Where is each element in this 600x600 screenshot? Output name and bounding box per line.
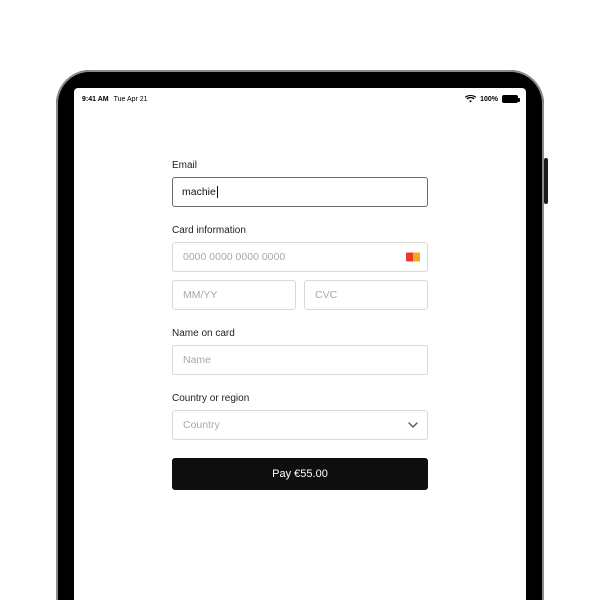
- email-field[interactable]: [172, 177, 428, 207]
- payment-form: Email machie Card information: [172, 160, 428, 490]
- card-number-field[interactable]: [172, 242, 428, 272]
- name-on-card-field[interactable]: [172, 345, 428, 375]
- status-battery-pct: 100%: [480, 96, 498, 103]
- country-select[interactable]: [172, 410, 428, 440]
- status-time: 9:41 AM: [82, 96, 109, 103]
- status-bar: 9:41 AM Tue Apr 21 100%: [82, 92, 518, 106]
- wifi-icon: [465, 95, 476, 103]
- email-label: Email: [172, 160, 428, 171]
- device-screen: 9:41 AM Tue Apr 21 100% Email: [74, 88, 526, 600]
- battery-icon: [502, 95, 518, 103]
- card-brand-icon: [406, 253, 420, 262]
- card-expiry-field[interactable]: [172, 280, 296, 310]
- pay-button[interactable]: Pay €55.00: [172, 458, 428, 490]
- card-cvc-field[interactable]: [304, 280, 428, 310]
- tablet-frame: 9:41 AM Tue Apr 21 100% Email: [56, 70, 544, 600]
- status-date: Tue Apr 21: [114, 96, 148, 103]
- country-label: Country or region: [172, 393, 428, 404]
- card-info-label: Card information: [172, 225, 428, 236]
- device-side-button: [544, 158, 548, 204]
- name-on-card-label: Name on card: [172, 328, 428, 339]
